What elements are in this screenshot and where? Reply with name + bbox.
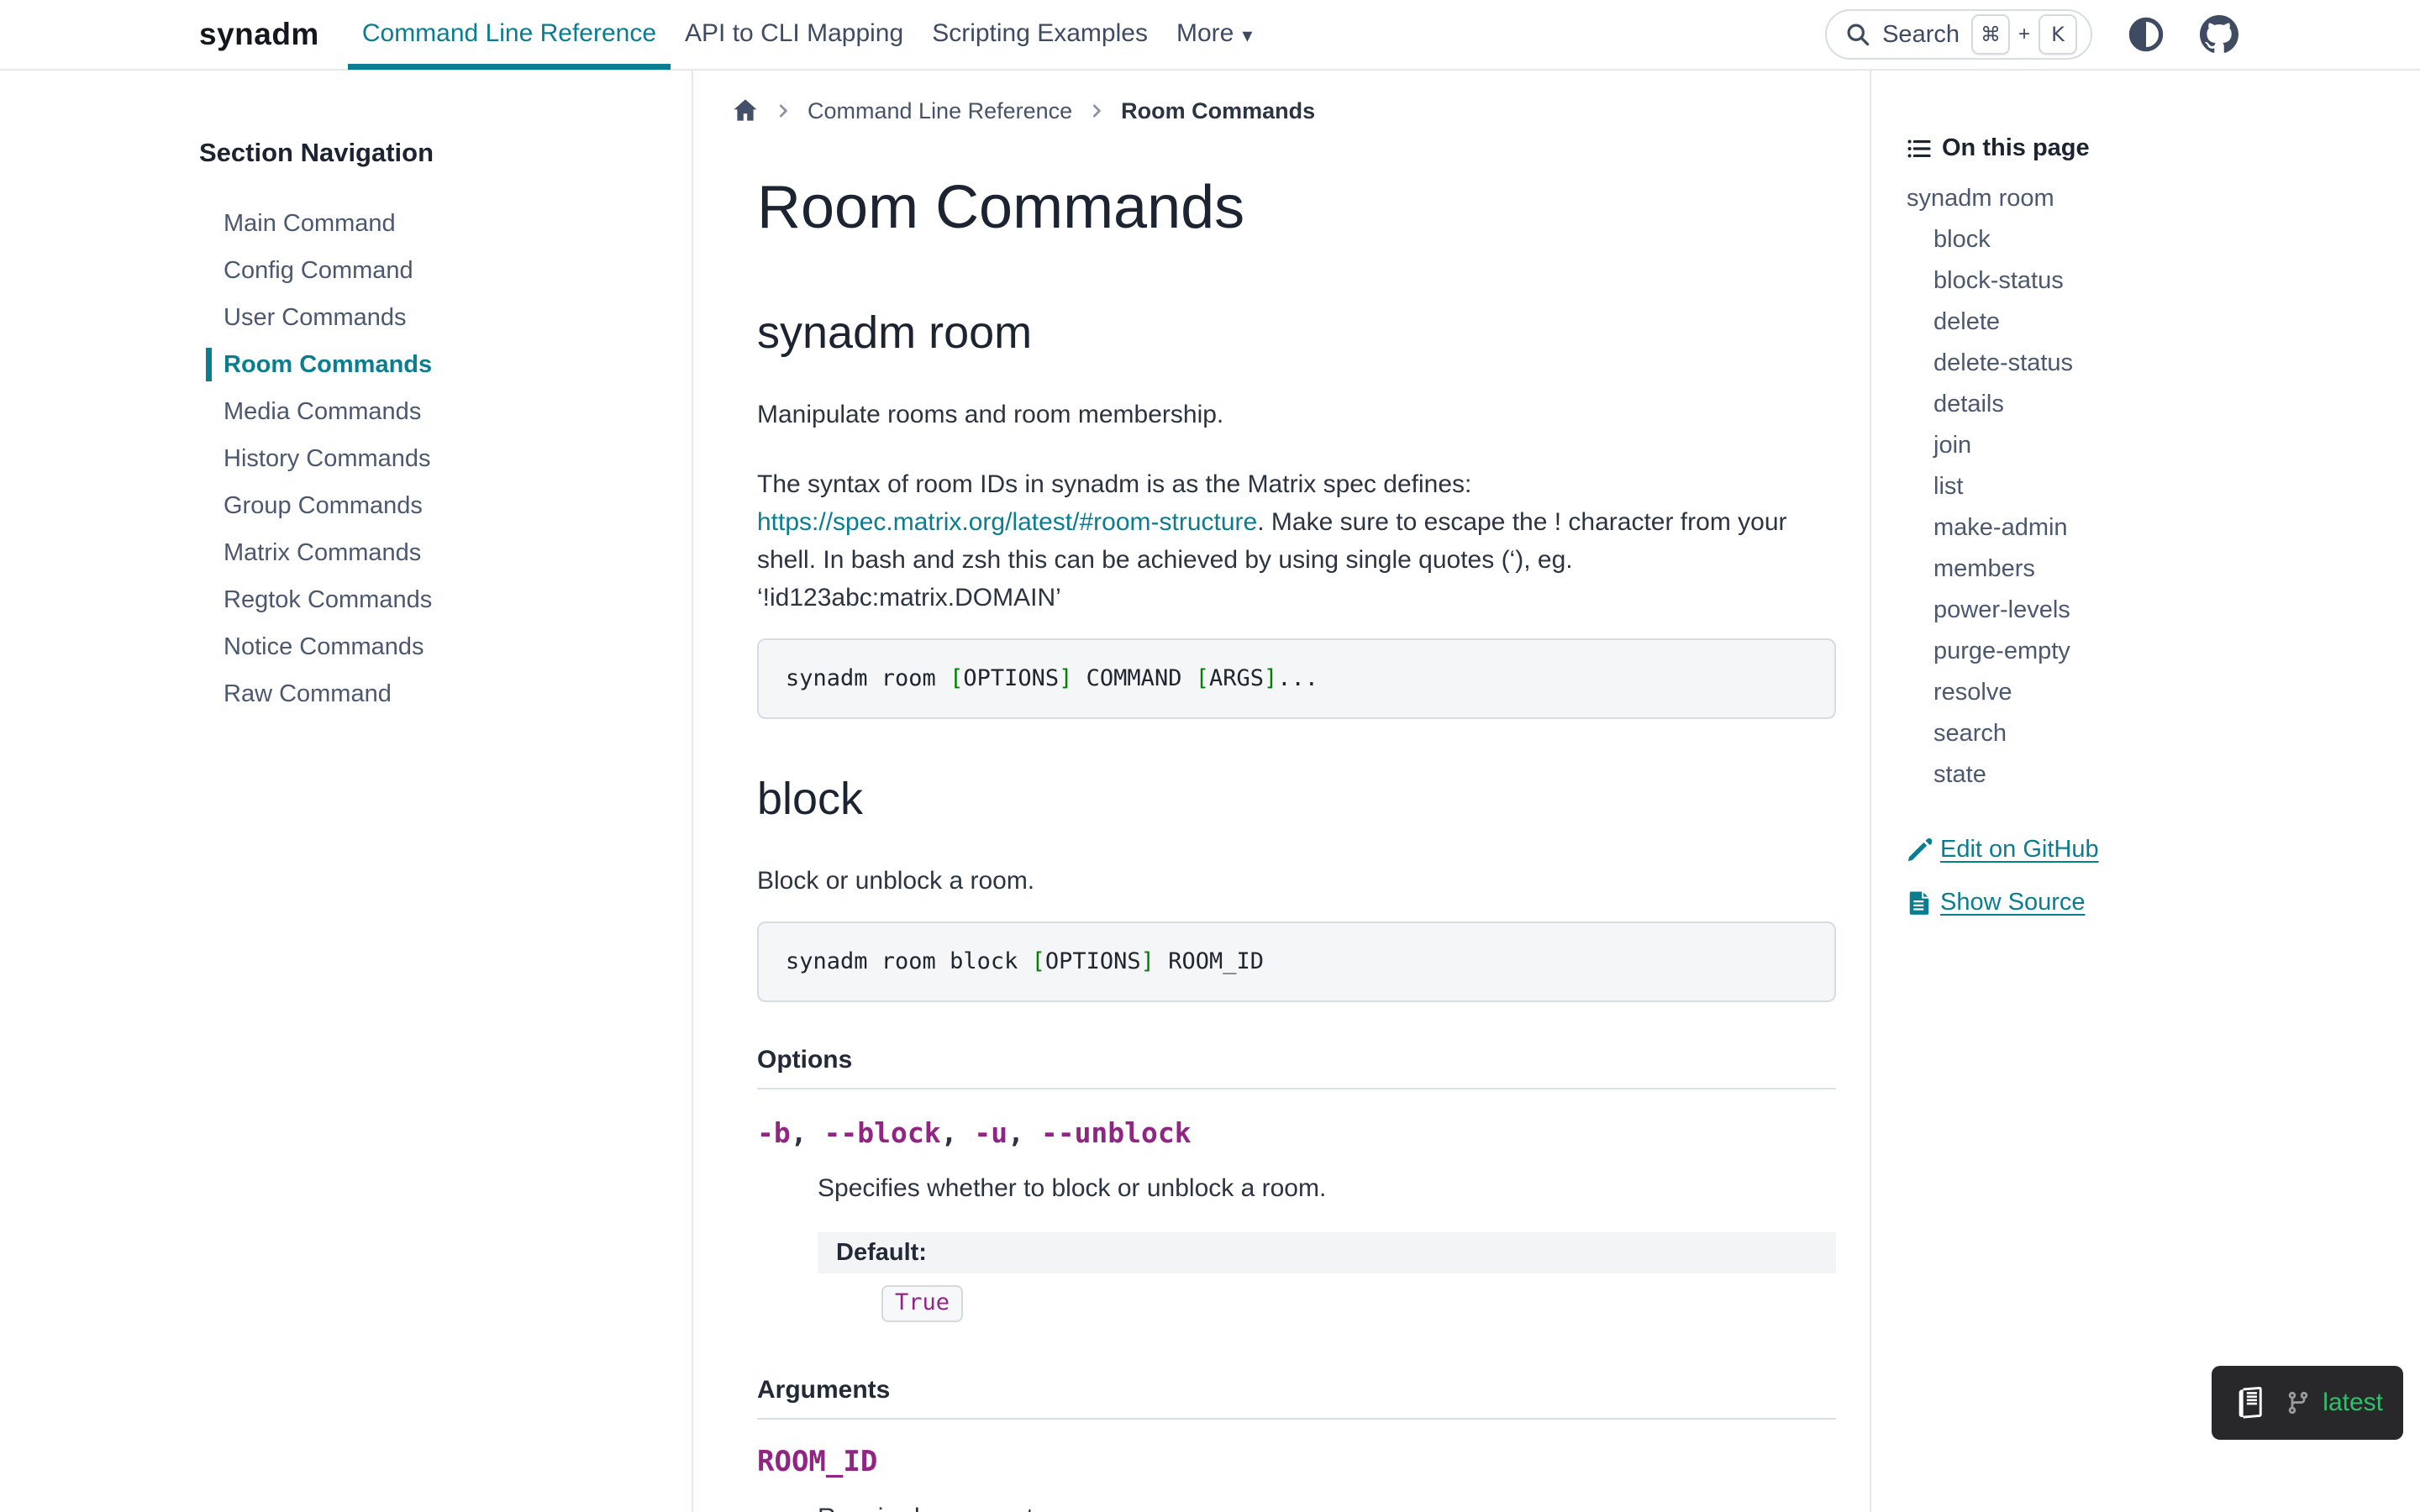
page-toc: On this page synadm room block block-statu… bbox=[1870, 71, 2420, 1512]
sidebar-item[interactable]: Media Commands bbox=[206, 395, 666, 428]
toc-item[interactable]: join bbox=[1907, 431, 2403, 459]
sidebar-list: Main Command Config Command User Commands R… bbox=[199, 207, 666, 711]
toc-item[interactable]: delete bbox=[1907, 307, 2403, 336]
toc-item[interactable]: make-admin bbox=[1907, 513, 2403, 542]
version-flyout[interactable]: latest bbox=[2212, 1366, 2403, 1440]
header-nav-item[interactable]: Command Line Reference bbox=[348, 3, 671, 70]
chevron-right-icon bbox=[774, 102, 792, 120]
article: Room Commands synadm room Manipulate roo… bbox=[732, 173, 1836, 1512]
toc-item[interactable]: power-levels bbox=[1907, 596, 2403, 624]
sidebar-item[interactable]: History Commands bbox=[206, 442, 666, 475]
header: synadm Command Line Reference API to CLI… bbox=[0, 0, 2420, 71]
main-content: Command Line Reference Room Commands Roo… bbox=[693, 71, 1870, 1512]
sidebar-item[interactable]: Matrix Commands bbox=[206, 536, 666, 570]
toc-list: synadm room block block-status delete delete… bbox=[1907, 184, 2403, 789]
sidebar-title: Section Navigation bbox=[199, 138, 666, 168]
k-key: K bbox=[2039, 14, 2077, 55]
breadcrumb-parent-link[interactable]: Command Line Reference bbox=[808, 98, 1072, 124]
toc-item[interactable]: delete-status bbox=[1907, 349, 2403, 377]
header-nav: Command Line Reference API to CLI Mappin… bbox=[348, 0, 1267, 70]
heading-synadm-room: synadm room bbox=[757, 307, 1836, 359]
section-navigation: Section Navigation Main Command Config Co… bbox=[0, 71, 693, 1512]
toc-item[interactable]: block bbox=[1907, 225, 2403, 254]
argument-body: Required argument bbox=[818, 1499, 1836, 1512]
default-value-badge: True bbox=[881, 1285, 963, 1322]
sidebar-item[interactable]: Config Command bbox=[206, 254, 666, 287]
toc-item[interactable]: details bbox=[1907, 390, 2403, 418]
site-logo[interactable]: synadm bbox=[199, 17, 319, 52]
command-summary: Manipulate rooms and room membership. bbox=[757, 396, 1836, 433]
room-id-syntax-paragraph: The syntax of room IDs in synadm is as t… bbox=[757, 465, 1836, 617]
page: synadm Command Line Reference API to CLI… bbox=[0, 0, 2420, 1512]
sidebar-item[interactable]: User Commands bbox=[206, 301, 666, 334]
readthedocs-book-icon bbox=[2232, 1385, 2267, 1420]
cmd-key: ⌘ bbox=[1971, 14, 2010, 55]
default-label: Default: bbox=[836, 1239, 927, 1266]
toc-item[interactable]: resolve bbox=[1907, 678, 2403, 706]
breadcrumb-current: Room Commands bbox=[1121, 98, 1315, 124]
options-rubric: Options bbox=[757, 1046, 1836, 1089]
header-nav-item[interactable]: More ▾ bbox=[1162, 3, 1266, 70]
option-signature: -b, --block, -u, --unblock bbox=[757, 1116, 1836, 1149]
header-nav-item[interactable]: Scripting Examples bbox=[918, 3, 1162, 70]
home-icon[interactable] bbox=[732, 97, 759, 124]
heading-block: block bbox=[757, 773, 1836, 825]
page-title: Room Commands bbox=[757, 173, 1836, 243]
sidebar-item[interactable]: Regtok Commands bbox=[206, 583, 666, 617]
option-body: Specifies whether to block or unblock a … bbox=[818, 1169, 1836, 1322]
argument-description: Required argument bbox=[818, 1499, 1836, 1512]
toc-item[interactable]: search bbox=[1907, 719, 2403, 748]
sidebar-item[interactable]: Notice Commands bbox=[206, 630, 666, 664]
list-icon bbox=[1907, 136, 1932, 161]
toc-item[interactable]: purge-empty bbox=[1907, 637, 2403, 665]
search-button[interactable]: Search ⌘ + K bbox=[1825, 9, 2092, 60]
sidebar-item[interactable]: Group Commands bbox=[206, 489, 666, 522]
block-summary: Block or unblock a room. bbox=[757, 862, 1836, 900]
argument-name: ROOM_ID bbox=[757, 1445, 1836, 1478]
toc-extra-links: Edit on GitHub Show Source bbox=[1907, 836, 2403, 916]
header-nav-item[interactable]: API to CLI Mapping bbox=[671, 3, 918, 70]
default-field-row: Default: bbox=[818, 1232, 1836, 1273]
usage-code-block: synadm room block [OPTIONS] ROOM_ID bbox=[757, 921, 1836, 1002]
toc-item[interactable]: state bbox=[1907, 760, 2403, 789]
breadcrumb: Command Line Reference Room Commands bbox=[732, 96, 1836, 126]
git-branch-icon bbox=[2286, 1390, 2311, 1415]
layout: Section Navigation Main Command Config Co… bbox=[0, 71, 2420, 1512]
kbd-plus: + bbox=[2018, 23, 2030, 46]
file-icon bbox=[1907, 890, 1932, 916]
show-source-link[interactable]: Show Source bbox=[1907, 889, 2403, 916]
arguments-rubric: Arguments bbox=[757, 1376, 1836, 1420]
chevron-down-icon: ▾ bbox=[1242, 24, 1252, 47]
sidebar-item[interactable]: Raw Command bbox=[206, 677, 666, 711]
edit-on-github-link[interactable]: Edit on GitHub bbox=[1907, 836, 2403, 864]
search-icon bbox=[1845, 22, 1870, 47]
sidebar-item[interactable]: Room Commands bbox=[206, 348, 666, 381]
toc-title: On this page bbox=[1907, 134, 2403, 162]
toc-item[interactable]: block-status bbox=[1907, 266, 2403, 295]
github-icon[interactable] bbox=[2200, 15, 2238, 54]
sidebar-item[interactable]: Main Command bbox=[206, 207, 666, 240]
toc-item[interactable]: list bbox=[1907, 472, 2403, 501]
option-description: Specifies whether to block or unblock a … bbox=[818, 1169, 1836, 1207]
search-label: Search bbox=[1882, 21, 1960, 49]
toc-item[interactable]: synadm room bbox=[1907, 184, 2403, 213]
usage-code-room: synadm room [OPTIONS] COMMAND [ARGS]... bbox=[757, 638, 1836, 719]
pencil-icon bbox=[1907, 837, 1932, 863]
version-label: latest bbox=[2323, 1389, 2383, 1417]
matrix-spec-link[interactable]: https://spec.matrix.org/latest/#room-str… bbox=[757, 508, 1257, 536]
theme-toggle-icon[interactable] bbox=[2128, 16, 2165, 53]
default-value: True bbox=[881, 1285, 1836, 1322]
chevron-right-icon bbox=[1087, 102, 1106, 120]
toc-item[interactable]: members bbox=[1907, 554, 2403, 583]
